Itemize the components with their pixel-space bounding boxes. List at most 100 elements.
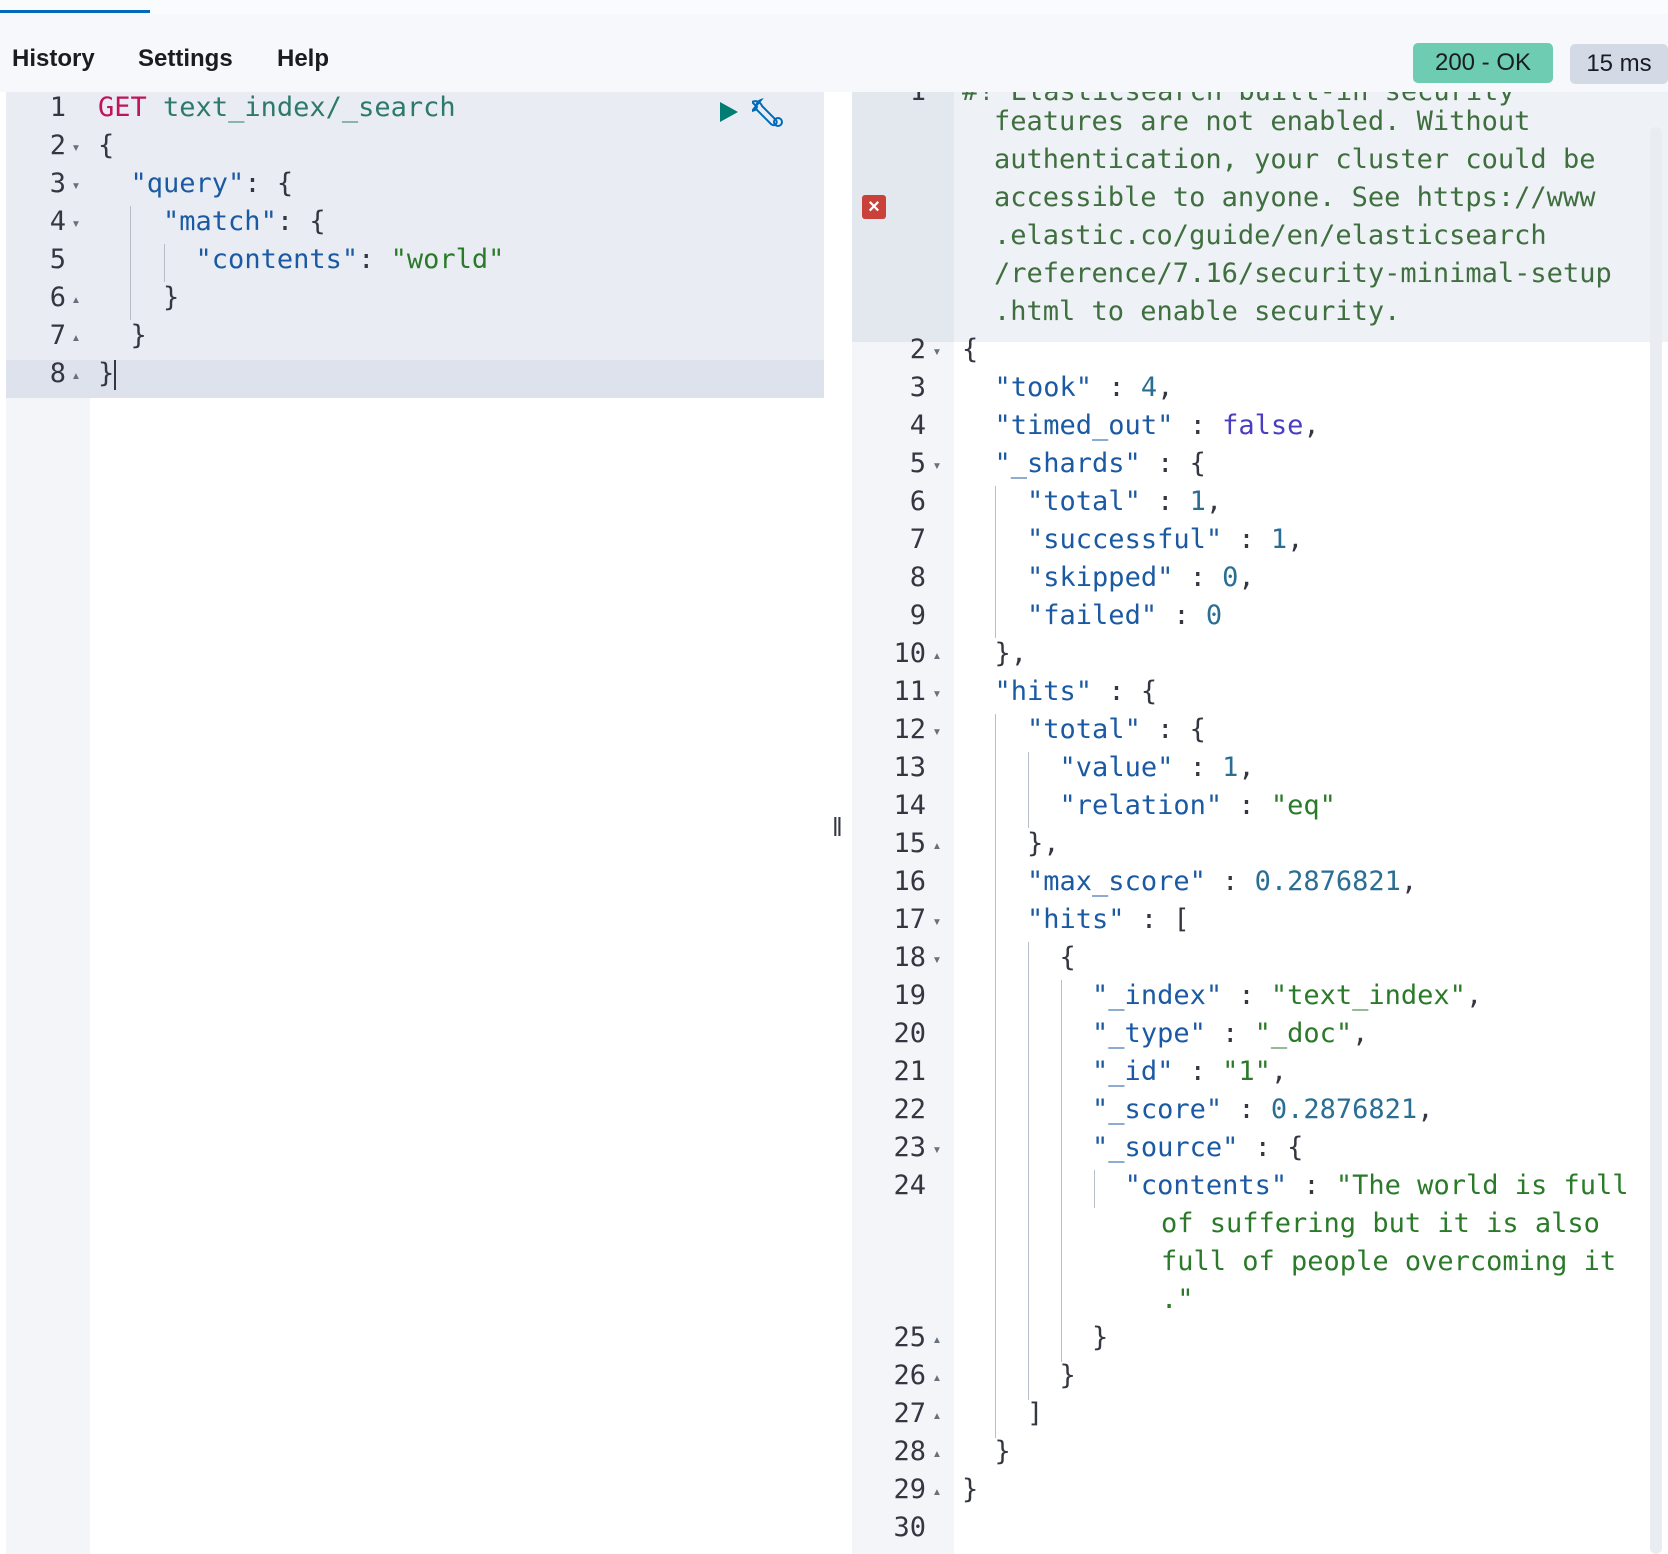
fold-toggle[interactable]: ▼ <box>932 727 942 738</box>
line-number: 15 <box>893 828 926 859</box>
fold-toggle[interactable]: ▼ <box>71 219 81 230</box>
line-number: 18 <box>893 942 926 973</box>
json-number: 1 <box>1189 486 1206 517</box>
response-line: "max_score" : 0.2876821, <box>1027 866 1418 897</box>
resize-handle-icon[interactable]: ‖ <box>832 812 843 843</box>
json-key: "contents" <box>1124 1170 1288 1201</box>
fold-toggle[interactable]: ▼ <box>932 917 942 928</box>
fold-toggle[interactable]: ▲ <box>932 1411 942 1422</box>
request-line: "match": { <box>98 206 326 237</box>
warning-text: #! Elasticsearch built-in security <box>962 92 1515 107</box>
json-key: "hits" <box>1027 904 1125 935</box>
response-line: "relation" : "eq" <box>1059 790 1336 821</box>
request-editor[interactable]: 1 2 3 4 5 6 7 8 ▼ ▼ ▼ ▲ ▲ ▲ GET text_ind… <box>0 92 824 1554</box>
line-number: 8 <box>49 358 66 389</box>
json-punct: } <box>163 282 180 313</box>
request-line: } <box>98 282 179 313</box>
line-number: 7 <box>49 320 66 351</box>
line-number: 10 <box>893 638 926 669</box>
response-line: "_index" : "text_index", <box>1092 980 1483 1011</box>
json-number: 1 <box>1222 752 1239 783</box>
fold-toggle[interactable]: ▲ <box>932 1487 942 1498</box>
request-path: text_index/_search <box>163 92 456 123</box>
line-number: 22 <box>893 1094 926 1125</box>
fold-toggle[interactable]: ▼ <box>932 461 942 472</box>
response-line: } <box>962 1360 1076 1391</box>
fold-toggle[interactable]: ▼ <box>932 955 942 966</box>
warning-text: .html to enable security. <box>994 296 1401 327</box>
line-number: 21 <box>893 1056 926 1087</box>
json-string: "The world is full <box>1335 1170 1629 1201</box>
json-string: "eq" <box>1270 790 1336 821</box>
fold-toggle[interactable]: ▲ <box>71 371 81 382</box>
request-line: } <box>98 320 147 351</box>
pane-resizer[interactable]: ‖ <box>824 92 852 1554</box>
line-number: 4 <box>49 206 66 237</box>
help-menu[interactable]: Help <box>277 45 329 73</box>
request-line: "contents": "world" <box>98 244 505 275</box>
line-number: 5 <box>49 244 66 275</box>
warning-text: authentication, your cluster could be <box>994 144 1596 175</box>
vertical-scrollbar[interactable] <box>1650 127 1662 1554</box>
json-key: "_shards" <box>994 448 1141 479</box>
request-line: "query": { <box>98 168 294 199</box>
fold-toggle[interactable]: ▼ <box>932 689 942 700</box>
fold-toggle[interactable]: ▲ <box>932 841 942 852</box>
line-number: 20 <box>893 1018 926 1049</box>
json-number: 0.2876821 <box>1254 866 1401 897</box>
play-icon[interactable] <box>716 100 740 124</box>
response-line: "_id" : "1", <box>1092 1056 1288 1087</box>
fold-toggle[interactable]: ▼ <box>932 1145 942 1156</box>
json-key: "hits" <box>994 676 1093 707</box>
console-toolbar: History Settings Help 200 - OK 15 ms <box>0 14 1668 93</box>
fold-toggle[interactable]: ▼ <box>932 347 942 358</box>
fold-toggle[interactable]: ▼ <box>71 143 81 154</box>
warning-text: /reference/7.16/security-minimal-setup <box>994 258 1612 289</box>
fold-toggle[interactable]: ▲ <box>71 295 81 306</box>
response-line: { <box>962 942 1076 973</box>
response-line: "_type" : "_doc", <box>1092 1018 1369 1049</box>
json-number: 1 <box>1270 524 1288 555</box>
fold-toggle[interactable]: ▼ <box>71 181 81 192</box>
settings-menu[interactable]: Settings <box>138 45 233 73</box>
fold-toggle[interactable]: ▲ <box>932 651 942 662</box>
json-key: "value" <box>1059 752 1174 783</box>
json-number: 4 <box>1140 372 1158 403</box>
json-punct: } <box>98 358 115 389</box>
response-line: "timed_out" : false, <box>994 410 1320 441</box>
response-line: } <box>962 1436 1011 1467</box>
json-key: "match" <box>163 206 277 237</box>
http-method: GET <box>98 92 147 123</box>
top-strip <box>0 0 1668 15</box>
json-key: "took" <box>994 372 1093 403</box>
json-string: "world" <box>390 244 505 275</box>
fold-toggle[interactable]: ▲ <box>71 333 81 344</box>
fold-toggle[interactable]: ▲ <box>932 1335 942 1346</box>
fold-toggle[interactable]: ▲ <box>932 1449 942 1460</box>
response-line: "value" : 1, <box>1059 752 1255 783</box>
json-key: "skipped" <box>1027 562 1174 593</box>
json-key: "max_score" <box>1027 866 1206 897</box>
fold-toggle[interactable]: ▲ <box>932 1373 942 1384</box>
history-menu[interactable]: History <box>12 45 95 73</box>
request-line: } <box>98 358 117 390</box>
response-line: "_source" : { <box>1092 1132 1304 1163</box>
active-line-highlight <box>6 360 824 398</box>
line-number: 16 <box>893 866 926 897</box>
line-number: 30 <box>893 1512 926 1543</box>
response-line: "took" : 4, <box>994 372 1174 403</box>
response-line-wrap: full of people overcoming it <box>1161 1246 1617 1277</box>
json-string: "text_index" <box>1270 980 1466 1011</box>
json-key: "total" <box>1027 714 1141 745</box>
line-number: 12 <box>893 714 926 745</box>
json-key: "_score" <box>1092 1094 1223 1125</box>
wrench-icon[interactable] <box>752 96 786 130</box>
line-number: 9 <box>909 600 926 631</box>
response-viewer[interactable]: × #! Elasticsearch built-in security fea… <box>852 92 1668 1554</box>
json-key: "contents" <box>195 244 359 275</box>
response-line: { <box>962 334 979 365</box>
response-line: "total" : { <box>1027 714 1206 745</box>
line-number: 17 <box>893 904 926 935</box>
line-number: 2 <box>49 130 66 161</box>
json-key: "_index" <box>1092 980 1223 1011</box>
